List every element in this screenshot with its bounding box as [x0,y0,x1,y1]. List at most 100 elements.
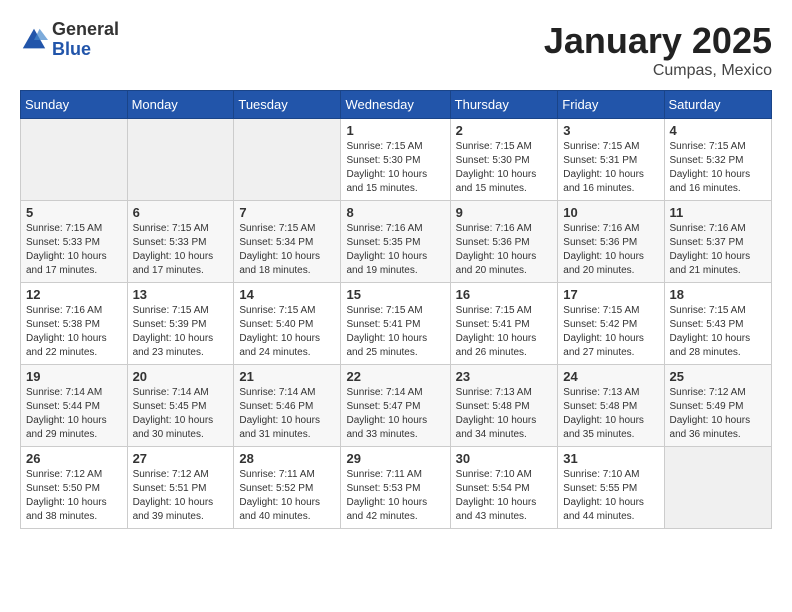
day-info: Sunrise: 7:15 AM Sunset: 5:30 PM Dayligh… [346,140,444,196]
day-number: 7 [239,205,335,220]
calendar-cell: 18 Sunrise: 7:15 AM Sunset: 5:43 PM Dayli… [664,283,771,365]
day-number: 19 [26,369,122,384]
weekday-header-sunday: Sunday [21,91,128,119]
weekday-header-friday: Friday [558,91,664,119]
day-number: 21 [239,369,335,384]
weekday-header-row: SundayMondayTuesdayWednesdayThursdayFrid… [21,91,772,119]
day-number: 23 [456,369,553,384]
day-number: 3 [563,123,658,138]
calendar-cell [127,119,234,201]
day-number: 12 [26,287,122,302]
logo-blue-text: Blue [52,39,91,59]
day-info: Sunrise: 7:15 AM Sunset: 5:43 PM Dayligh… [670,304,766,360]
calendar-cell: 7 Sunrise: 7:15 AM Sunset: 5:34 PM Daylig… [234,201,341,283]
day-info: Sunrise: 7:16 AM Sunset: 5:36 PM Dayligh… [456,222,553,278]
day-info: Sunrise: 7:15 AM Sunset: 5:41 PM Dayligh… [456,304,553,360]
day-info: Sunrise: 7:15 AM Sunset: 5:33 PM Dayligh… [26,222,122,278]
calendar-week-row: 19Sunrise: 7:14 AM Sunset: 5:44 PM Dayli… [21,365,772,447]
calendar-cell: 3 Sunrise: 7:15 AM Sunset: 5:31 PM Daylig… [558,119,664,201]
day-info: Sunrise: 7:12 AM Sunset: 5:50 PM Dayligh… [26,468,122,524]
day-number: 30 [456,451,553,466]
day-info: Sunrise: 7:15 AM Sunset: 5:34 PM Dayligh… [239,222,335,278]
title-block: January 2025 Cumpas, Mexico [544,20,772,80]
calendar-week-row: 5Sunrise: 7:15 AM Sunset: 5:33 PM Daylig… [21,201,772,283]
day-info: Sunrise: 7:11 AM Sunset: 5:52 PM Dayligh… [239,468,335,524]
day-number: 31 [563,451,658,466]
day-number: 6 [133,205,229,220]
page-header: General Blue January 2025 Cumpas, Mexico [20,20,772,80]
calendar-title: January 2025 [544,20,772,62]
calendar-week-row: 26Sunrise: 7:12 AM Sunset: 5:50 PM Dayli… [21,447,772,529]
calendar-cell [21,119,128,201]
day-number: 18 [670,287,766,302]
calendar-cell: 17 Sunrise: 7:15 AM Sunset: 5:42 PM Dayli… [558,283,664,365]
day-number: 8 [346,205,444,220]
calendar-cell: 6 Sunrise: 7:15 AM Sunset: 5:33 PM Daylig… [127,201,234,283]
logo-general-text: General [52,19,119,39]
day-info: Sunrise: 7:16 AM Sunset: 5:38 PM Dayligh… [26,304,122,360]
day-info: Sunrise: 7:15 AM Sunset: 5:33 PM Dayligh… [133,222,229,278]
calendar-cell: 26Sunrise: 7:12 AM Sunset: 5:50 PM Dayli… [21,447,128,529]
day-info: Sunrise: 7:16 AM Sunset: 5:36 PM Dayligh… [563,222,658,278]
day-info: Sunrise: 7:16 AM Sunset: 5:35 PM Dayligh… [346,222,444,278]
day-number: 10 [563,205,658,220]
calendar-week-row: 12 Sunrise: 7:16 AM Sunset: 5:38 PM Dayli… [21,283,772,365]
day-number: 15 [346,287,444,302]
day-info: Sunrise: 7:15 AM Sunset: 5:42 PM Dayligh… [563,304,658,360]
calendar-cell: 10 Sunrise: 7:16 AM Sunset: 5:36 PM Dayli… [558,201,664,283]
calendar-cell: 11 Sunrise: 7:16 AM Sunset: 5:37 PM Dayli… [664,201,771,283]
day-number: 9 [456,205,553,220]
day-number: 24 [563,369,658,384]
day-info: Sunrise: 7:14 AM Sunset: 5:46 PM Dayligh… [239,386,335,442]
day-info: Sunrise: 7:16 AM Sunset: 5:37 PM Dayligh… [670,222,766,278]
day-number: 20 [133,369,229,384]
day-info: Sunrise: 7:12 AM Sunset: 5:49 PM Dayligh… [670,386,766,442]
day-info: Sunrise: 7:14 AM Sunset: 5:47 PM Dayligh… [346,386,444,442]
weekday-header-wednesday: Wednesday [341,91,450,119]
calendar-cell [234,119,341,201]
calendar-subtitle: Cumpas, Mexico [544,62,772,80]
day-info: Sunrise: 7:14 AM Sunset: 5:45 PM Dayligh… [133,386,229,442]
calendar-cell: 15 Sunrise: 7:15 AM Sunset: 5:41 PM Dayli… [341,283,450,365]
weekday-header-monday: Monday [127,91,234,119]
calendar-cell: 22Sunrise: 7:14 AM Sunset: 5:47 PM Dayli… [341,365,450,447]
calendar-cell: 12 Sunrise: 7:16 AM Sunset: 5:38 PM Dayli… [21,283,128,365]
calendar-cell: 2 Sunrise: 7:15 AM Sunset: 5:30 PM Daylig… [450,119,558,201]
calendar-cell: 16Sunrise: 7:15 AM Sunset: 5:41 PM Dayli… [450,283,558,365]
calendar-cell: 19Sunrise: 7:14 AM Sunset: 5:44 PM Dayli… [21,365,128,447]
day-info: Sunrise: 7:12 AM Sunset: 5:51 PM Dayligh… [133,468,229,524]
day-info: Sunrise: 7:15 AM Sunset: 5:41 PM Dayligh… [346,304,444,360]
calendar-cell: 8 Sunrise: 7:16 AM Sunset: 5:35 PM Daylig… [341,201,450,283]
day-number: 2 [456,123,553,138]
calendar-cell: 24 Sunrise: 7:13 AM Sunset: 5:48 PM Dayli… [558,365,664,447]
logo: General Blue [20,20,119,60]
calendar-cell: 31 Sunrise: 7:10 AM Sunset: 5:55 PM Dayli… [558,447,664,529]
calendar-cell: 4Sunrise: 7:15 AM Sunset: 5:32 PM Daylig… [664,119,771,201]
day-info: Sunrise: 7:15 AM Sunset: 5:31 PM Dayligh… [563,140,658,196]
day-info: Sunrise: 7:15 AM Sunset: 5:32 PM Dayligh… [670,140,766,196]
calendar-cell: 28 Sunrise: 7:11 AM Sunset: 5:52 PM Dayli… [234,447,341,529]
day-info: Sunrise: 7:10 AM Sunset: 5:55 PM Dayligh… [563,468,658,524]
day-info: Sunrise: 7:11 AM Sunset: 5:53 PM Dayligh… [346,468,444,524]
calendar-cell: 9 Sunrise: 7:16 AM Sunset: 5:36 PM Daylig… [450,201,558,283]
day-info: Sunrise: 7:10 AM Sunset: 5:54 PM Dayligh… [456,468,553,524]
calendar-cell: 20 Sunrise: 7:14 AM Sunset: 5:45 PM Dayli… [127,365,234,447]
calendar-cell: 23 Sunrise: 7:13 AM Sunset: 5:48 PM Dayli… [450,365,558,447]
day-number: 28 [239,451,335,466]
day-number: 29 [346,451,444,466]
day-info: Sunrise: 7:15 AM Sunset: 5:39 PM Dayligh… [133,304,229,360]
day-info: Sunrise: 7:15 AM Sunset: 5:40 PM Dayligh… [239,304,335,360]
weekday-header-tuesday: Tuesday [234,91,341,119]
weekday-header-thursday: Thursday [450,91,558,119]
calendar-cell: 29 Sunrise: 7:11 AM Sunset: 5:53 PM Dayli… [341,447,450,529]
day-number: 11 [670,205,766,220]
calendar-cell [664,447,771,529]
day-info: Sunrise: 7:15 AM Sunset: 5:30 PM Dayligh… [456,140,553,196]
day-number: 17 [563,287,658,302]
calendar-cell: 30 Sunrise: 7:10 AM Sunset: 5:54 PM Dayli… [450,447,558,529]
day-number: 13 [133,287,229,302]
day-number: 14 [239,287,335,302]
day-info: Sunrise: 7:13 AM Sunset: 5:48 PM Dayligh… [456,386,553,442]
calendar-cell: 14 Sunrise: 7:15 AM Sunset: 5:40 PM Dayli… [234,283,341,365]
day-info: Sunrise: 7:13 AM Sunset: 5:48 PM Dayligh… [563,386,658,442]
